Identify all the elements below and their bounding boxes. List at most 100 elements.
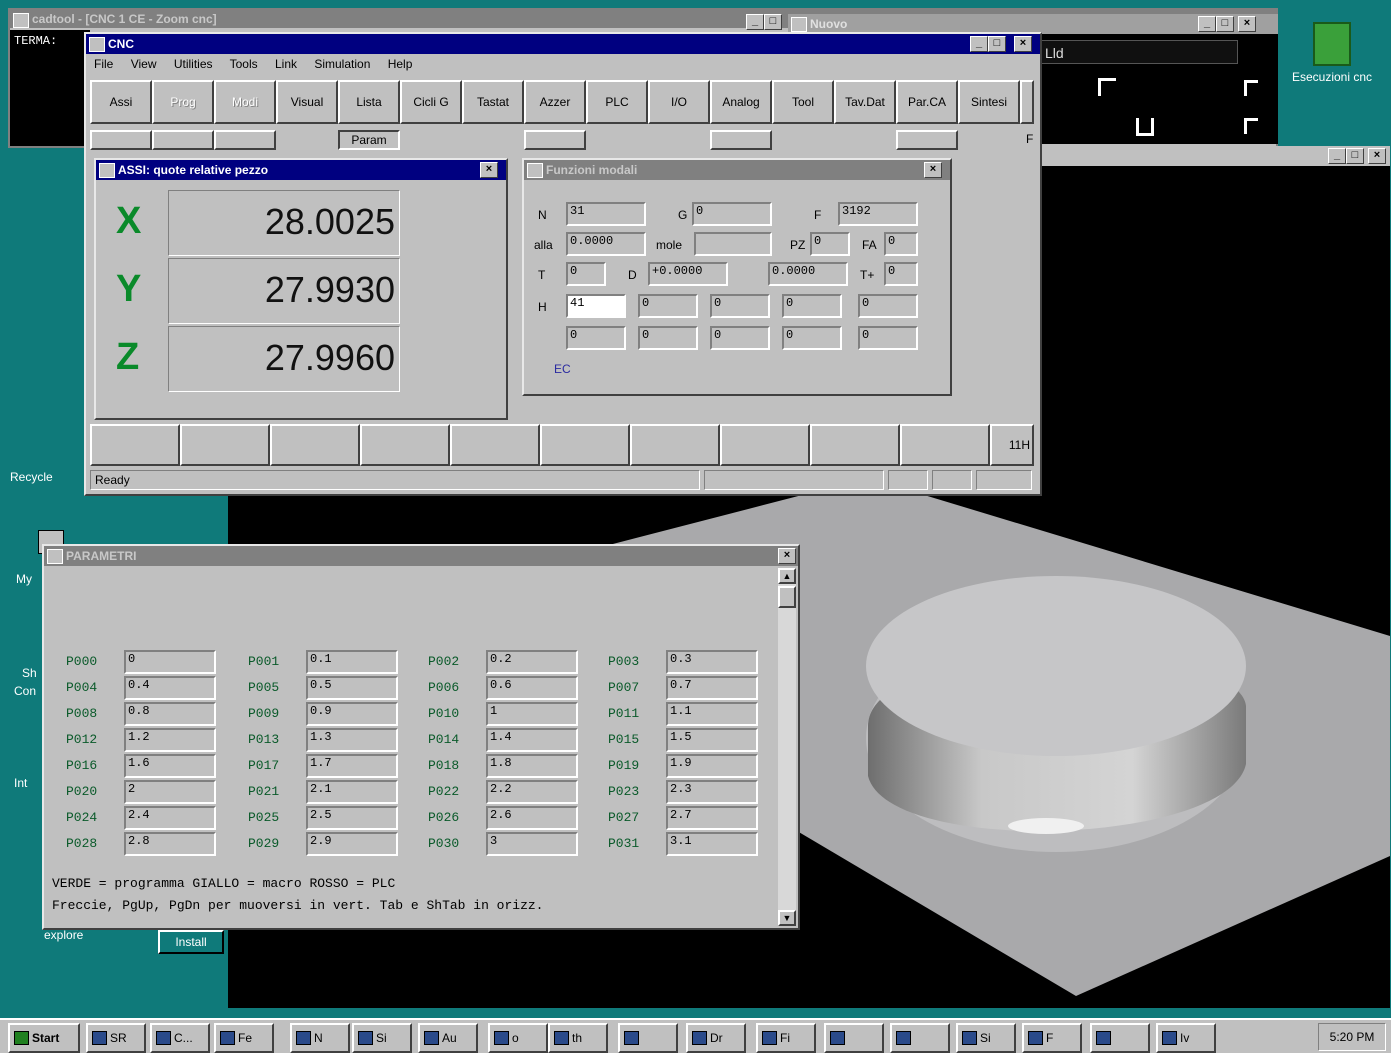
- menu-help[interactable]: Help: [388, 57, 413, 71]
- param-value-field[interactable]: 2: [124, 780, 216, 804]
- taskbar-item[interactable]: th: [548, 1023, 608, 1053]
- desktop-icon-label[interactable]: My: [16, 572, 32, 586]
- taskbar-item[interactable]: Fi: [756, 1023, 816, 1053]
- maximize-icon[interactable]: □: [764, 14, 782, 30]
- taskbar-item[interactable]: Fe: [214, 1023, 274, 1053]
- taskbar-item[interactable]: N: [290, 1023, 350, 1053]
- toolbar-tool[interactable]: Tool: [772, 80, 834, 124]
- param-value-field[interactable]: 0.4: [124, 676, 216, 700]
- toolbar-tastat[interactable]: Tastat: [462, 80, 524, 124]
- param-value-field[interactable]: 2.5: [306, 806, 398, 830]
- minimize-icon[interactable]: _: [970, 36, 988, 52]
- function-key-9[interactable]: [810, 424, 900, 466]
- param-value-field[interactable]: 0.5: [306, 676, 398, 700]
- toolbar-parca[interactable]: Par.CA: [896, 80, 958, 124]
- taskbar-item[interactable]: Dr: [686, 1023, 746, 1053]
- toolbar-sintesi[interactable]: Sintesi: [958, 80, 1020, 124]
- scroll-up-icon[interactable]: ▲: [778, 568, 796, 584]
- subtoolbar-button[interactable]: [710, 130, 772, 150]
- toolbar-analog[interactable]: Analog: [710, 80, 772, 124]
- taskbar-item[interactable]: F: [1022, 1023, 1082, 1053]
- desktop-icon-esecuzioni[interactable]: Esecuzioni cnc: [1282, 18, 1382, 118]
- toolbar-scroll-button[interactable]: [1020, 80, 1034, 124]
- param-value-field[interactable]: 1.8: [486, 754, 578, 778]
- param-value-field[interactable]: 1.3: [306, 728, 398, 752]
- minimize-icon[interactable]: _: [746, 14, 764, 30]
- close-icon[interactable]: ×: [480, 162, 498, 178]
- maximize-icon[interactable]: □: [1216, 16, 1234, 32]
- function-key-3[interactable]: [270, 424, 360, 466]
- taskbar-item[interactable]: [618, 1023, 678, 1053]
- subtoolbar-button[interactable]: [896, 130, 958, 150]
- toolbar-lista[interactable]: Lista: [338, 80, 400, 124]
- param-value-field[interactable]: 3: [486, 832, 578, 856]
- toolbar-plc[interactable]: PLC: [586, 80, 648, 124]
- install-button[interactable]: Install: [158, 930, 224, 954]
- toolbar-visual[interactable]: Visual: [276, 80, 338, 124]
- close-icon[interactable]: ×: [1238, 16, 1256, 32]
- param-value-field[interactable]: 2.9: [306, 832, 398, 856]
- param-value-field[interactable]: 2.1: [306, 780, 398, 804]
- param-value-field[interactable]: 1.1: [666, 702, 758, 726]
- menu-tools[interactable]: Tools: [230, 57, 258, 71]
- maximize-icon[interactable]: □: [988, 36, 1006, 52]
- close-icon[interactable]: ×: [778, 548, 796, 564]
- desktop-icon-label[interactable]: Recycle: [10, 470, 53, 484]
- function-key-4[interactable]: [360, 424, 450, 466]
- param-value-field[interactable]: 2.6: [486, 806, 578, 830]
- function-key-5[interactable]: [450, 424, 540, 466]
- param-value-field[interactable]: 0.8: [124, 702, 216, 726]
- menu-view[interactable]: View: [131, 57, 157, 71]
- toolbar-modi[interactable]: Modi: [214, 80, 276, 124]
- desktop-icon-label[interactable]: explore: [44, 928, 83, 942]
- subtoolbar-button[interactable]: [152, 130, 214, 150]
- param-value-field[interactable]: 1.7: [306, 754, 398, 778]
- close-icon[interactable]: ×: [924, 162, 942, 178]
- param-value-field[interactable]: 2.3: [666, 780, 758, 804]
- param-value-field[interactable]: 0.7: [666, 676, 758, 700]
- param-button[interactable]: Param: [338, 130, 400, 150]
- function-key-7[interactable]: [630, 424, 720, 466]
- menu-utilities[interactable]: Utilities: [174, 57, 213, 71]
- param-value-field[interactable]: 0.3: [666, 650, 758, 674]
- taskbar-item[interactable]: o: [488, 1023, 548, 1053]
- param-value-field[interactable]: 3.1: [666, 832, 758, 856]
- param-value-field[interactable]: 1.4: [486, 728, 578, 752]
- toolbar-tavdat[interactable]: Tav.Dat: [834, 80, 896, 124]
- function-key-10[interactable]: [900, 424, 990, 466]
- desktop-icon-label[interactable]: Sh: [22, 666, 37, 680]
- param-value-field[interactable]: 2.7: [666, 806, 758, 830]
- param-value-field[interactable]: 1.9: [666, 754, 758, 778]
- taskbar-item[interactable]: Si: [352, 1023, 412, 1053]
- toolbar-cicli[interactable]: Cicli G: [400, 80, 462, 124]
- desktop-icon-label[interactable]: Int: [14, 776, 27, 790]
- param-value-field[interactable]: 0: [124, 650, 216, 674]
- h-field-1[interactable]: 41: [566, 294, 626, 318]
- function-key-8[interactable]: [720, 424, 810, 466]
- param-value-field[interactable]: 2.2: [486, 780, 578, 804]
- toolbar-azzer[interactable]: Azzer: [524, 80, 586, 124]
- param-value-field[interactable]: 1.2: [124, 728, 216, 752]
- taskbar-item[interactable]: [1090, 1023, 1150, 1053]
- param-value-field[interactable]: 0.9: [306, 702, 398, 726]
- taskbar-item[interactable]: C...: [150, 1023, 210, 1053]
- param-value-field[interactable]: 1.5: [666, 728, 758, 752]
- toolbar-assi[interactable]: Assi: [90, 80, 152, 124]
- taskbar-item[interactable]: Si: [956, 1023, 1016, 1053]
- desktop-icon-label[interactable]: Con: [14, 684, 36, 698]
- scroll-thumb[interactable]: [778, 586, 796, 608]
- toolbar-prog[interactable]: Prog: [152, 80, 214, 124]
- subtoolbar-button[interactable]: [524, 130, 586, 150]
- menu-simulation[interactable]: Simulation: [314, 57, 370, 71]
- param-value-field[interactable]: 2.4: [124, 806, 216, 830]
- function-key-1[interactable]: [90, 424, 180, 466]
- param-value-field[interactable]: 1.6: [124, 754, 216, 778]
- close-icon[interactable]: ×: [1014, 36, 1032, 52]
- function-key-11[interactable]: 11H: [990, 424, 1034, 466]
- toolbar-io[interactable]: I/O: [648, 80, 710, 124]
- taskbar-item[interactable]: Iv: [1156, 1023, 1216, 1053]
- close-icon[interactable]: ×: [1368, 148, 1386, 164]
- taskbar-item[interactable]: [890, 1023, 950, 1053]
- scroll-down-icon[interactable]: ▼: [778, 910, 796, 926]
- param-value-field[interactable]: 2.8: [124, 832, 216, 856]
